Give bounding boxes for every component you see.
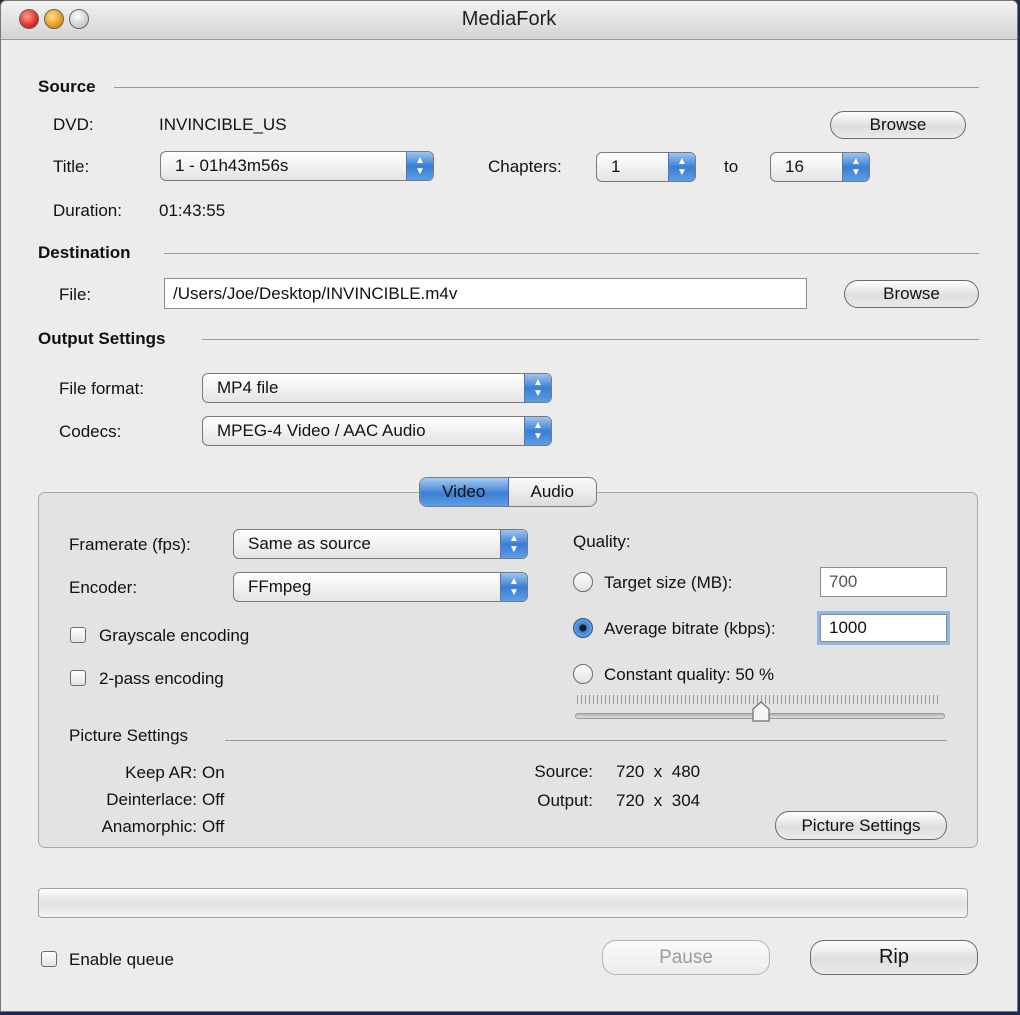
quality-label: Quality: [573, 532, 631, 551]
output-size-label: Output: [537, 791, 593, 810]
chapter-end-value: 16 [785, 157, 804, 176]
codecs-value: MPEG-4 Video / AAC Audio [217, 421, 426, 440]
dvd-label: DVD: [53, 115, 94, 134]
average-bitrate-label: Average bitrate (kbps): [604, 619, 776, 638]
duration-label: Duration: [53, 201, 122, 220]
up-down-arrows-icon: ▲ ▼ [524, 374, 551, 402]
file-format-value: MP4 file [217, 378, 279, 397]
two-pass-label: 2-pass encoding [99, 669, 224, 688]
file-format-popup[interactable]: MP4 file ▲ ▼ [202, 373, 552, 403]
framerate-value: Same as source [248, 534, 371, 553]
target-size-field[interactable]: 700 [820, 567, 947, 597]
average-bitrate-radio[interactable] [573, 618, 593, 638]
destination-browse-button[interactable]: Browse [844, 280, 979, 308]
target-size-label: Target size (MB): [604, 573, 733, 592]
encoder-popup[interactable]: FFmpeg ▲ ▼ [233, 572, 528, 602]
tab-video[interactable]: Video [420, 478, 509, 506]
up-down-arrows-icon: ▲ ▼ [406, 152, 433, 180]
chapter-end-popup[interactable]: 16 ▲ ▼ [770, 152, 870, 182]
title-popup[interactable]: 1 - 01h43m56s ▲ ▼ [160, 151, 434, 181]
duration-value: 01:43:55 [159, 201, 226, 220]
chapter-start-popup[interactable]: 1 ▲ ▼ [596, 152, 696, 182]
title-bar[interactable]: MediaFork [1, 1, 1017, 40]
up-down-arrows-icon: ▲ ▼ [524, 417, 551, 445]
anamorphic-value: Off [202, 817, 225, 836]
output-settings-heading: Output Settings [38, 329, 166, 348]
pause-button[interactable]: Pause [602, 940, 770, 975]
file-format-label: File format: [59, 379, 145, 398]
target-size-radio[interactable] [573, 572, 593, 592]
picture-settings-divider [225, 740, 947, 741]
title-popup-value: 1 - 01h43m56s [175, 156, 289, 175]
up-down-arrows-icon: ▲ ▼ [668, 153, 695, 181]
chapters-label: Chapters: [488, 157, 562, 176]
two-pass-checkbox[interactable] [70, 670, 86, 686]
source-size-label: Source: [534, 762, 593, 781]
grayscale-label: Grayscale encoding [99, 626, 250, 645]
mediafork-window: MediaFork Source DVD: INVINCIBLE_US Brow… [0, 0, 1018, 1012]
quality-slider-knob[interactable] [751, 701, 771, 723]
constant-quality-radio[interactable] [573, 664, 593, 684]
average-bitrate-field[interactable]: 1000 [820, 614, 947, 642]
deinterlace-value: Off [202, 790, 225, 809]
grayscale-checkbox[interactable] [70, 627, 86, 643]
destination-divider [164, 253, 979, 254]
anamorphic-label: Anamorphic: [101, 817, 197, 836]
source-browse-button[interactable]: Browse [830, 111, 966, 139]
destination-heading: Destination [38, 243, 131, 262]
tab-audio[interactable]: Audio [509, 478, 597, 506]
picture-settings-heading: Picture Settings [69, 726, 189, 745]
up-down-arrows-icon: ▲ ▼ [500, 530, 527, 558]
video-audio-tabs: Video Audio [419, 477, 597, 507]
progress-bar [38, 888, 968, 918]
rip-button[interactable]: Rip [810, 940, 978, 975]
source-divider [114, 87, 979, 88]
up-down-arrows-icon: ▲ ▼ [500, 573, 527, 601]
constant-quality-label: Constant quality: 50 % [604, 665, 775, 684]
framerate-popup[interactable]: Same as source ▲ ▼ [233, 529, 528, 559]
codecs-label: Codecs: [59, 422, 122, 441]
enable-queue-checkbox[interactable] [41, 951, 57, 967]
output-settings-divider [202, 339, 979, 340]
up-down-arrows-icon: ▲ ▼ [842, 153, 869, 181]
deinterlace-label: Deinterlace: [106, 790, 197, 809]
title-label: Title: [53, 157, 90, 176]
framerate-label: Framerate (fps): [69, 535, 191, 554]
encoder-value: FFmpeg [248, 577, 312, 596]
window-title: MediaFork [461, 8, 557, 30]
output-size-value: 720 x 304 [616, 791, 701, 810]
keep-ar-value: On [202, 763, 225, 782]
to-label: to [724, 157, 739, 176]
source-heading: Source [38, 77, 96, 96]
file-path-field[interactable]: /Users/Joe/Desktop/INVINCIBLE.m4v [164, 278, 807, 309]
picture-settings-button[interactable]: Picture Settings [775, 811, 947, 840]
encoder-label: Encoder: [69, 578, 138, 597]
enable-queue-label: Enable queue [69, 950, 174, 969]
keep-ar-label: Keep AR: [125, 763, 197, 782]
codecs-popup[interactable]: MPEG-4 Video / AAC Audio ▲ ▼ [202, 416, 552, 446]
file-label: File: [59, 285, 92, 304]
dvd-value: INVINCIBLE_US [159, 115, 287, 134]
source-size-value: 720 x 480 [616, 762, 701, 781]
chapter-start-value: 1 [611, 157, 621, 176]
